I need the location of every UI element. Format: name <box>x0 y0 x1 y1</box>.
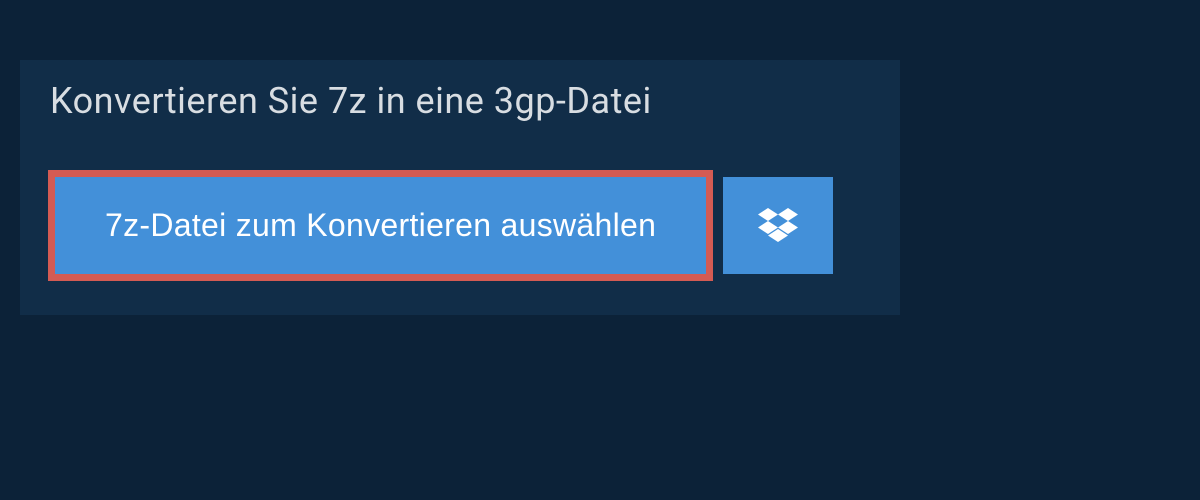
dropbox-icon <box>758 208 798 244</box>
select-file-highlight: 7z-Datei zum Konvertieren auswählen <box>48 170 713 281</box>
select-file-button[interactable]: 7z-Datei zum Konvertieren auswählen <box>55 177 706 274</box>
action-row: 7z-Datei zum Konvertieren auswählen <box>20 142 900 315</box>
converter-panel: Konvertieren Sie 7z in eine 3gp-Datei 7z… <box>20 60 900 315</box>
title-bar: Konvertieren Sie 7z in eine 3gp-Datei <box>20 60 682 142</box>
page-title: Konvertieren Sie 7z in eine 3gp-Datei <box>50 80 652 122</box>
dropbox-button[interactable] <box>723 177 833 274</box>
